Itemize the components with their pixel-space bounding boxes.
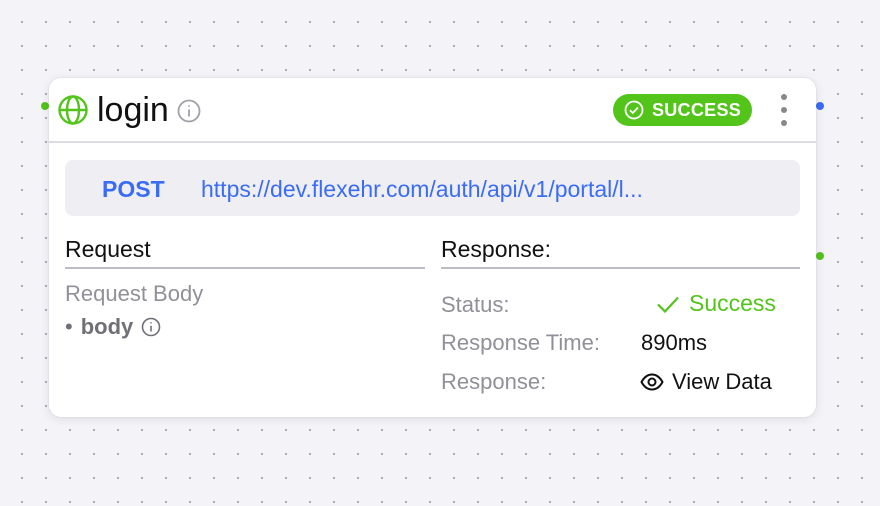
status-badge: SUCCESS (613, 94, 752, 126)
response-label: Response: (441, 369, 547, 394)
response-heading: Response: (441, 236, 800, 269)
globe-icon (58, 95, 88, 125)
response-time-label: Response Time: (441, 330, 600, 355)
request-body-item: • body (65, 314, 161, 340)
node-title[interactable]: login (97, 90, 169, 130)
check-circle-icon (624, 100, 644, 120)
request-body-item-name: body (80, 314, 134, 339)
more-menu-button[interactable] (775, 92, 793, 128)
bullet: • (65, 314, 73, 339)
status-badge-label: SUCCESS (651, 99, 742, 120)
status-value: Success (655, 290, 776, 317)
api-request-node[interactable]: login SUCCESS POST https://dev.flexehr.c… (49, 78, 816, 417)
view-data-label: View Data (672, 369, 772, 394)
view-data-button[interactable]: View Data (640, 369, 772, 395)
endpoint-url[interactable]: https://dev.flexehr.com/auth/api/v1/port… (201, 176, 643, 203)
status-value-text: Success (689, 290, 776, 316)
status-label: Status: (441, 292, 510, 317)
http-method: POST (102, 176, 165, 202)
more-vertical-icon (781, 94, 787, 100)
output-handle-success[interactable] (816, 252, 824, 260)
node-header: login SUCCESS (49, 78, 816, 143)
request-body-label: Request Body (65, 281, 204, 306)
response-time-value: 890ms (641, 330, 708, 355)
output-handle-top[interactable] (816, 102, 824, 110)
eye-icon (640, 373, 664, 391)
info-icon[interactable] (177, 99, 201, 123)
endpoint-bar[interactable]: POST https://dev.flexehr.com/auth/api/v1… (65, 160, 800, 216)
check-icon (657, 296, 679, 313)
info-icon[interactable] (141, 317, 161, 337)
request-heading: Request (65, 236, 425, 269)
input-handle[interactable] (41, 102, 49, 110)
